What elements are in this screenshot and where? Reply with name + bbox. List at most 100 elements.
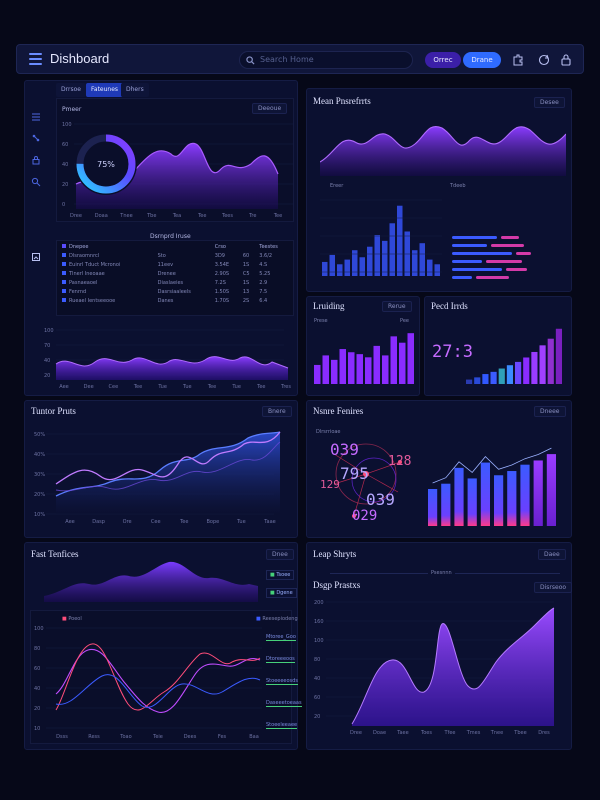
loop-inner-dropdown[interactable]: Disrseoo <box>534 582 573 593</box>
lock-icon[interactable] <box>559 53 573 67</box>
table-row[interactable]: Pasnaeaoel Diaslaeies 7.2S 1S 2.9 <box>60 278 292 287</box>
bar <box>348 352 355 384</box>
new-features-bar-chart <box>428 447 556 526</box>
x-tick-label: Teie <box>152 734 163 740</box>
table-row[interactable]: Euinrl Tduct Mcronoi 11eev 3.54E 1S 4.S <box>60 260 292 269</box>
y-tick-label: 60 <box>314 695 320 701</box>
y-tick-label: 20% <box>34 492 45 498</box>
table-cell: 1S <box>242 261 250 268</box>
x-tick-label: Tre <box>248 213 256 219</box>
hbar-b <box>506 268 527 271</box>
search-input[interactable]: Search Home <box>239 51 413 69</box>
bar <box>382 355 389 384</box>
tab-2[interactable]: Fateunes <box>86 83 124 97</box>
hbar-a <box>452 268 502 271</box>
sync-icon[interactable] <box>537 53 551 67</box>
bar <box>546 454 556 526</box>
ff-chart-legend-a: ■ Poeol <box>62 616 82 622</box>
top-bar: Dishboard Search Home Orrec Drane <box>16 44 584 74</box>
x-tick-label: Tea <box>172 213 181 219</box>
mean-metrics-dropdown[interactable]: Desee <box>534 97 565 108</box>
x-tick-label: Doae <box>373 730 386 736</box>
bar <box>331 359 338 384</box>
tab-3[interactable]: Dhers <box>121 83 149 97</box>
table-row[interactable]: Tlnerl Ineoaae Drenee 2.90S C5 5.25 <box>60 269 292 278</box>
table-title: Dsrnprd Iruse <box>150 233 191 240</box>
loading-title: Lruiding <box>313 301 345 311</box>
mean-label-left: Ereer <box>330 183 344 189</box>
tab-1[interactable]: Drrsoe <box>56 83 86 97</box>
x-tick-label: Toao <box>119 734 131 740</box>
new-features-title: Nsnre Fenires <box>313 406 364 416</box>
bar <box>498 368 505 384</box>
y-tick-label: 30% <box>34 472 45 478</box>
y-tick-label: 40 <box>62 162 68 168</box>
x-tick-label: Taee <box>396 730 408 736</box>
hbar-a <box>452 276 472 279</box>
secondary-button[interactable]: Drane <box>463 52 501 68</box>
fast-functions-dropdown[interactable]: Dnee <box>266 549 294 560</box>
x-tick-label: Tee <box>273 213 282 219</box>
hbar-b <box>476 276 509 279</box>
loading-dropdown[interactable]: Rerue <box>382 301 412 312</box>
y-tick-label: 50% <box>34 432 45 438</box>
bar <box>490 371 497 384</box>
x-tick-label: Tees <box>221 213 233 219</box>
primary-button[interactable]: Orrec <box>425 52 461 68</box>
y-tick-label: 40 <box>34 686 40 692</box>
bar <box>494 475 504 526</box>
x-tick-label: Tue <box>236 519 246 525</box>
table-cell: Dlsraomnrcl <box>60 251 156 260</box>
lock-small-icon[interactable] <box>31 155 41 165</box>
bar <box>428 489 438 526</box>
table-row[interactable]: Dlsraomnrcl Sto 3D9 60 3.6/2 <box>60 251 292 260</box>
bar <box>359 257 365 276</box>
x-tick-label: Tee <box>256 384 265 390</box>
hbar-b <box>491 244 524 247</box>
new-features-dropdown[interactable]: Dneee <box>534 406 566 417</box>
bar <box>427 259 433 276</box>
table-cell: Tlnerl Ineoaae <box>60 269 156 278</box>
x-tick-label: Tee <box>179 519 188 525</box>
tuning-dropdown[interactable]: Bnere <box>262 406 292 417</box>
x-tick-label: Tee <box>133 384 142 390</box>
nf-value-c: 039 <box>366 490 395 509</box>
x-tick-label: Toes <box>420 730 432 736</box>
y-tick-label: 20 <box>34 706 40 712</box>
list-icon[interactable] <box>31 112 41 122</box>
puzzle-icon[interactable] <box>511 53 525 67</box>
donut-value: 75% <box>97 160 115 169</box>
y-tick-label: 40 <box>314 676 320 682</box>
card-dropdown[interactable]: Deeoue <box>252 103 288 114</box>
table-cell: C5 <box>242 270 250 277</box>
table-row[interactable]: Rueael Ientseeooe Danes 1.70S 2S 6.4 <box>60 296 292 305</box>
y-tick-label: 20 <box>314 714 320 720</box>
loop-shifts-dropdown[interactable]: Daee <box>538 549 566 560</box>
bar <box>539 345 546 384</box>
y-tick-label: 40 <box>44 358 50 364</box>
ff-legend-a: ■ Tsoee <box>266 570 295 580</box>
bar <box>314 364 321 384</box>
table-row[interactable]: Fenrnd Dasrsiaaleels 1.50S 13 7.5 <box>60 287 292 296</box>
hbar-b <box>486 260 522 263</box>
share-icon[interactable] <box>31 133 41 143</box>
y-tick-label: 40% <box>34 452 45 458</box>
ff-side-label: Stoeeeeosds <box>266 678 298 685</box>
x-tick-label: Taae <box>263 519 275 525</box>
menu-icon[interactable] <box>29 53 42 65</box>
bar <box>441 483 451 526</box>
zoom-icon[interactable] <box>31 177 41 187</box>
bar <box>454 467 464 526</box>
nf-value-d: 029 <box>352 508 378 524</box>
loading-label-b: Pee <box>400 318 409 324</box>
table-cell: 1.70S <box>214 297 230 304</box>
image-icon[interactable] <box>31 252 41 262</box>
hbar-a <box>452 252 512 255</box>
table-cell: 5.25 <box>259 270 271 277</box>
ff-side-label: Daseeetoeaas <box>266 700 302 707</box>
mean-metrics-hbars <box>448 224 564 284</box>
bar <box>365 357 372 384</box>
bar <box>404 231 410 276</box>
y-tick-label: 80 <box>34 646 40 652</box>
wave-chart: 100 70 40 20 Aee Dee Cee Tee Tue Tue Tee Tue Tee Tre… <box>44 328 291 390</box>
